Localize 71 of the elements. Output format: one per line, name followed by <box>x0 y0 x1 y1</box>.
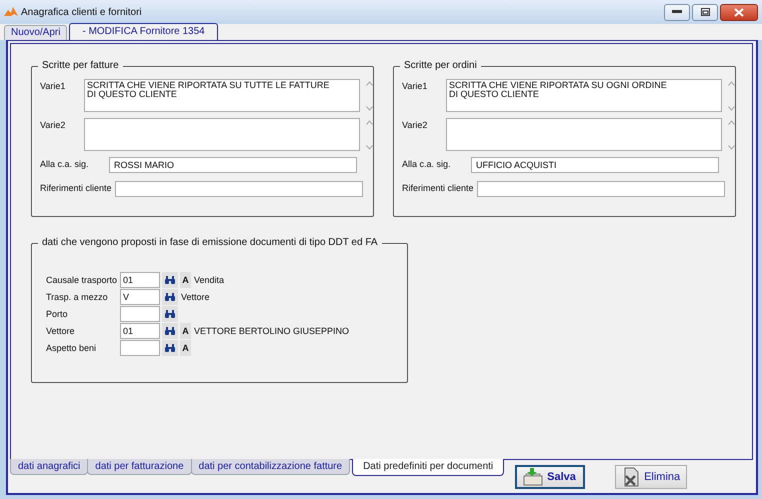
text-area[interactable] <box>84 118 360 151</box>
scroll-up-icon[interactable] <box>366 81 373 86</box>
scroll-down-icon[interactable] <box>366 145 373 150</box>
tab[interactable]: Nuovo/Apri <box>4 25 68 40</box>
field-label: Riferimenti cliente <box>402 182 474 193</box>
lookup-button[interactable] <box>162 289 178 305</box>
group-title: Scritte per ordini <box>400 60 481 71</box>
window-title: Anagrafica clienti e fornitori <box>21 6 142 18</box>
scroll-up-icon[interactable] <box>366 120 373 125</box>
group-title: dati che vengono proposti in fase di emissione documenti di tipo DDT ed FA <box>38 237 382 248</box>
scroll-down-icon[interactable] <box>366 106 373 111</box>
minimize-button[interactable] <box>664 4 690 20</box>
restore-button[interactable] <box>692 4 718 20</box>
binoculars-icon <box>165 327 175 335</box>
input-field[interactable] <box>476 181 725 197</box>
group-title: Scritte per fatture <box>38 60 123 71</box>
input-field[interactable] <box>120 306 160 322</box>
field-label: Vettore <box>46 326 76 336</box>
document-cross-icon <box>622 467 640 487</box>
text-button[interactable]: A <box>180 340 191 356</box>
restore-icon <box>700 8 710 16</box>
input-field[interactable]: UFFICIO ACQUISTI <box>471 157 719 173</box>
field-label: Porto <box>46 309 69 319</box>
scroll-down-icon[interactable] <box>728 145 735 150</box>
scroll-up-icon[interactable] <box>728 81 735 86</box>
description-text: Vettore <box>181 292 210 302</box>
tab[interactable]: dati per contabilizzazione fatture <box>190 459 350 475</box>
field-label: Varie1 <box>40 80 66 91</box>
field-label: Varie2 <box>40 119 66 130</box>
app-icon <box>4 7 18 17</box>
close-icon <box>734 8 744 16</box>
input-field[interactable] <box>120 340 160 356</box>
binoculars-icon <box>165 344 175 352</box>
description-text: Vendita <box>194 275 224 285</box>
folder-arrow-icon <box>523 468 544 486</box>
text-area[interactable]: SCRITTA CHE VIENE RIPORTATA SU OGNI ORDINE DI QUESTO CLIENTE <box>446 79 722 112</box>
field-label: Riferimenti cliente <box>40 182 112 193</box>
input-field[interactable]: ROSSI MARIO <box>109 157 357 173</box>
input-field[interactable]: 01 <box>120 323 160 339</box>
field-label: Varie1 <box>402 80 428 91</box>
text-area[interactable]: SCRITTA CHE VIENE RIPORTATA SU TUTTE LE FATTURE DI QUESTO CLIENTE <box>84 79 360 112</box>
close-button[interactable] <box>720 4 758 20</box>
lookup-button[interactable] <box>162 340 178 356</box>
text-area[interactable] <box>446 118 722 151</box>
field-label: Alla c.a. sig. <box>40 158 90 169</box>
delete-button[interactable]: Elimina <box>615 465 688 489</box>
input-field[interactable]: V <box>120 289 160 305</box>
input-field[interactable] <box>114 181 363 197</box>
lookup-button[interactable] <box>162 272 178 288</box>
field-label: Causale trasporto <box>46 275 118 285</box>
binoculars-icon <box>165 293 175 301</box>
scroll-down-icon[interactable] <box>728 106 735 111</box>
text-button[interactable]: A <box>180 272 191 288</box>
tab[interactable]: Dati predefiniti per documenti <box>352 459 504 476</box>
lookup-button[interactable] <box>162 323 178 339</box>
description-text: VETTORE BERTOLINO GIUSEPPINO <box>194 326 350 336</box>
tab[interactable]: dati per fatturazione <box>87 459 192 475</box>
tab[interactable]: - MODIFICA Fornitore 1354 <box>69 23 218 40</box>
minimize-icon <box>672 10 682 14</box>
field-label: Varie2 <box>402 119 428 130</box>
field-label: Alla c.a. sig. <box>402 158 452 169</box>
tab[interactable]: dati anagrafici <box>10 459 88 475</box>
field-label: Aspetto beni <box>46 343 98 353</box>
binoculars-icon <box>165 276 175 284</box>
save-button[interactable]: Salva <box>515 465 586 489</box>
text-button[interactable]: A <box>180 323 191 339</box>
binoculars-icon <box>165 310 175 318</box>
lookup-button[interactable] <box>162 306 178 322</box>
input-field[interactable]: 01 <box>120 272 160 288</box>
scroll-up-icon[interactable] <box>728 120 735 125</box>
field-label: Trasp. a mezzo <box>46 292 109 302</box>
